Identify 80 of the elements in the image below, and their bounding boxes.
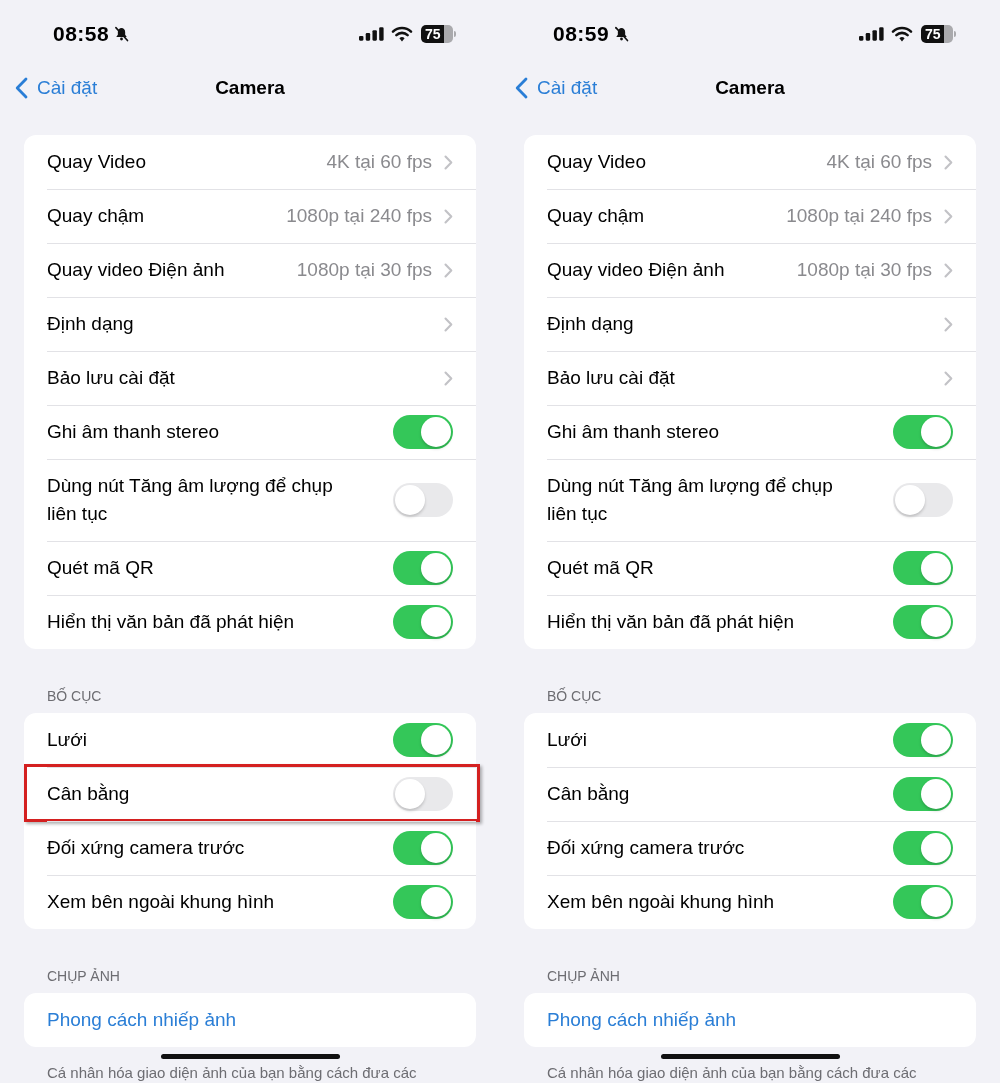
row-value: 1080p tại 30 fps [296,258,432,282]
chevron-icon [944,370,953,386]
battery-indicator: 75 [421,25,456,43]
signal-icon [359,27,384,41]
row-value: 1080p tại 30 fps [796,258,932,282]
row-label: Cân bằng [47,782,130,806]
toggle-switch[interactable] [893,777,953,811]
row-label[interactable]: Bảo lưu cài đặt [547,364,675,392]
section-header: CHỤP ẢNH [547,967,620,985]
chevron-icon [444,370,453,386]
chevron-icon [944,262,953,278]
toggle-switch[interactable] [393,483,453,517]
section-header: BỐ CỤC [547,687,602,705]
settings-link[interactable]: Phong cách nhiếp ảnh [47,1006,237,1034]
row-label: Hiển thị văn bản đã phát hiện [47,610,295,634]
row-label: Xem bên ngoài khung hình [547,890,775,914]
row-label[interactable]: Quay chậm [47,202,145,230]
chevron-icon [444,262,453,278]
back-button[interactable]: Cài đặt [15,77,98,99]
row-label: Đối xứng camera trước [47,836,245,860]
row-value: 1080p tại 240 fps [786,204,932,228]
screen-title: Camera [215,77,285,99]
row-label: Xem bên ngoài khung hình [47,890,275,914]
section-footer: Cá nhân hóa giao diện ảnh của bạn bằng cách đưa các [47,1064,417,1082]
toggle-switch[interactable] [393,885,453,919]
toggle-switch[interactable] [893,415,953,449]
toggle-switch[interactable] [893,885,953,919]
chevron-icon [444,154,453,170]
row-value: 1080p tại 240 fps [286,204,432,228]
status-time: 08:59 [553,22,610,46]
section-header: CHỤP ẢNH [47,967,120,985]
row-value: 4K tại 60 fps [826,150,932,174]
row-label[interactable]: Định dạng [47,310,134,338]
row-label: Ghi âm thanh stereo [47,420,220,444]
row-label: Hiển thị văn bản đã phát hiện [547,610,795,634]
chevron-icon [944,316,953,332]
row-label: Cân bằng [547,782,630,806]
row-label[interactable]: Bảo lưu cài đặt [47,364,175,392]
wifi-icon [391,26,413,42]
toggle-switch[interactable] [393,415,453,449]
toggle-switch[interactable] [893,831,953,865]
row-label[interactable]: Quay video Điện ảnh [47,256,225,284]
toggle-switch[interactable] [893,551,953,585]
screen-title: Camera [715,77,785,99]
signal-icon [859,27,884,41]
toggle-switch[interactable] [393,831,453,865]
row-label: Quét mã QR [547,556,654,580]
settings-link[interactable]: Phong cách nhiếp ảnh [547,1006,737,1034]
row-label: Lưới [47,728,87,752]
chevron-icon [444,208,453,224]
row-label: Lưới [547,728,587,752]
row-label: Dùng nút Tăng âm lượng để chụp liên tục [547,474,834,526]
row-label[interactable]: Quay Video [547,148,646,176]
row-label[interactable]: Quay chậm [547,202,645,230]
row-label: Đối xứng camera trước [547,836,745,860]
back-button[interactable]: Cài đặt [515,77,598,99]
section-footer: Cá nhân hóa giao diện ảnh của bạn bằng cách đưa các [547,1064,917,1082]
toggle-switch[interactable] [393,551,453,585]
toggle-switch[interactable] [893,483,953,517]
row-label: Dùng nút Tăng âm lượng để chụp liên tục [47,474,334,526]
wifi-icon [891,26,913,42]
row-value: 4K tại 60 fps [326,150,432,174]
row-label: Quét mã QR [47,556,154,580]
row-label[interactable]: Quay video Điện ảnh [547,256,725,284]
chevron-icon [944,154,953,170]
row-label: Ghi âm thanh stereo [547,420,720,444]
row-label[interactable]: Định dạng [547,310,634,338]
toggle-switch[interactable] [393,723,453,757]
section-header: BỐ CỤC [47,687,102,705]
toggle-switch[interactable] [393,777,453,811]
toggle-switch[interactable] [893,605,953,639]
back-chevron-icon [15,77,28,99]
toggle-switch[interactable] [393,605,453,639]
back-chevron-icon [515,77,528,99]
battery-indicator: 75 [921,25,956,43]
chevron-icon [444,316,453,332]
row-label[interactable]: Quay Video [47,148,146,176]
status-time: 08:58 [53,22,110,46]
toggle-switch[interactable] [893,723,953,757]
chevron-icon [944,208,953,224]
